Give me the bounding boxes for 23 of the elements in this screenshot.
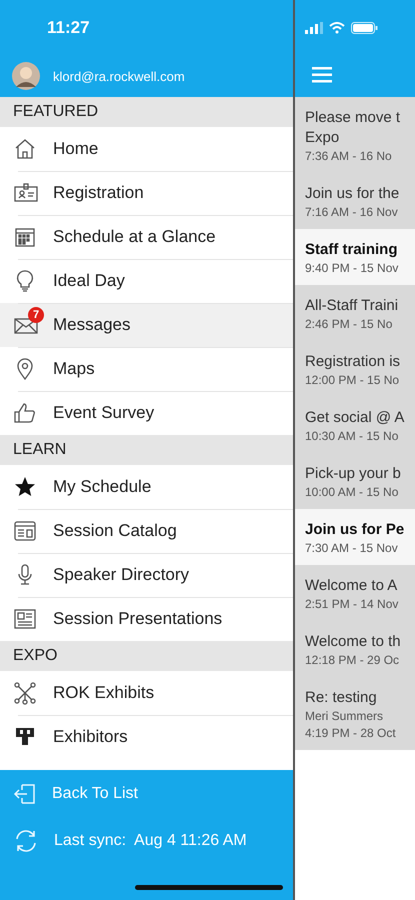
- signal-icon: [305, 22, 323, 34]
- exit-icon: [13, 782, 37, 806]
- message-row[interactable]: Join us for Pe 7:30 AM - 15 Nov: [295, 509, 415, 565]
- thumbs-up-icon: [13, 401, 37, 425]
- menu-item[interactable]: 7 Messages: [0, 303, 293, 347]
- message-row[interactable]: Staff training 9:40 PM - 15 Nov: [295, 229, 415, 285]
- section-header: LEARN: [0, 435, 293, 465]
- presentation-icon: [13, 607, 37, 631]
- section-header: EXPO: [0, 641, 293, 671]
- battery-icon: [351, 22, 378, 34]
- wifi-icon: [329, 22, 345, 34]
- menu-icon[interactable]: [312, 67, 332, 83]
- unread-count: 7: [28, 307, 44, 323]
- avatar-icon: [12, 62, 40, 90]
- sync-icon: [13, 828, 39, 854]
- user-email: klord@ra.rockwell.com: [53, 68, 185, 84]
- section-header: FEATURED: [0, 97, 293, 127]
- catalog-icon: [13, 519, 37, 543]
- sync-time: Aug 4 11:26 AM: [134, 832, 247, 850]
- network-icon: [13, 681, 37, 705]
- sync-label: Last sync:: [54, 832, 126, 850]
- status-time: 11:27: [47, 18, 90, 38]
- house-icon: [13, 137, 37, 161]
